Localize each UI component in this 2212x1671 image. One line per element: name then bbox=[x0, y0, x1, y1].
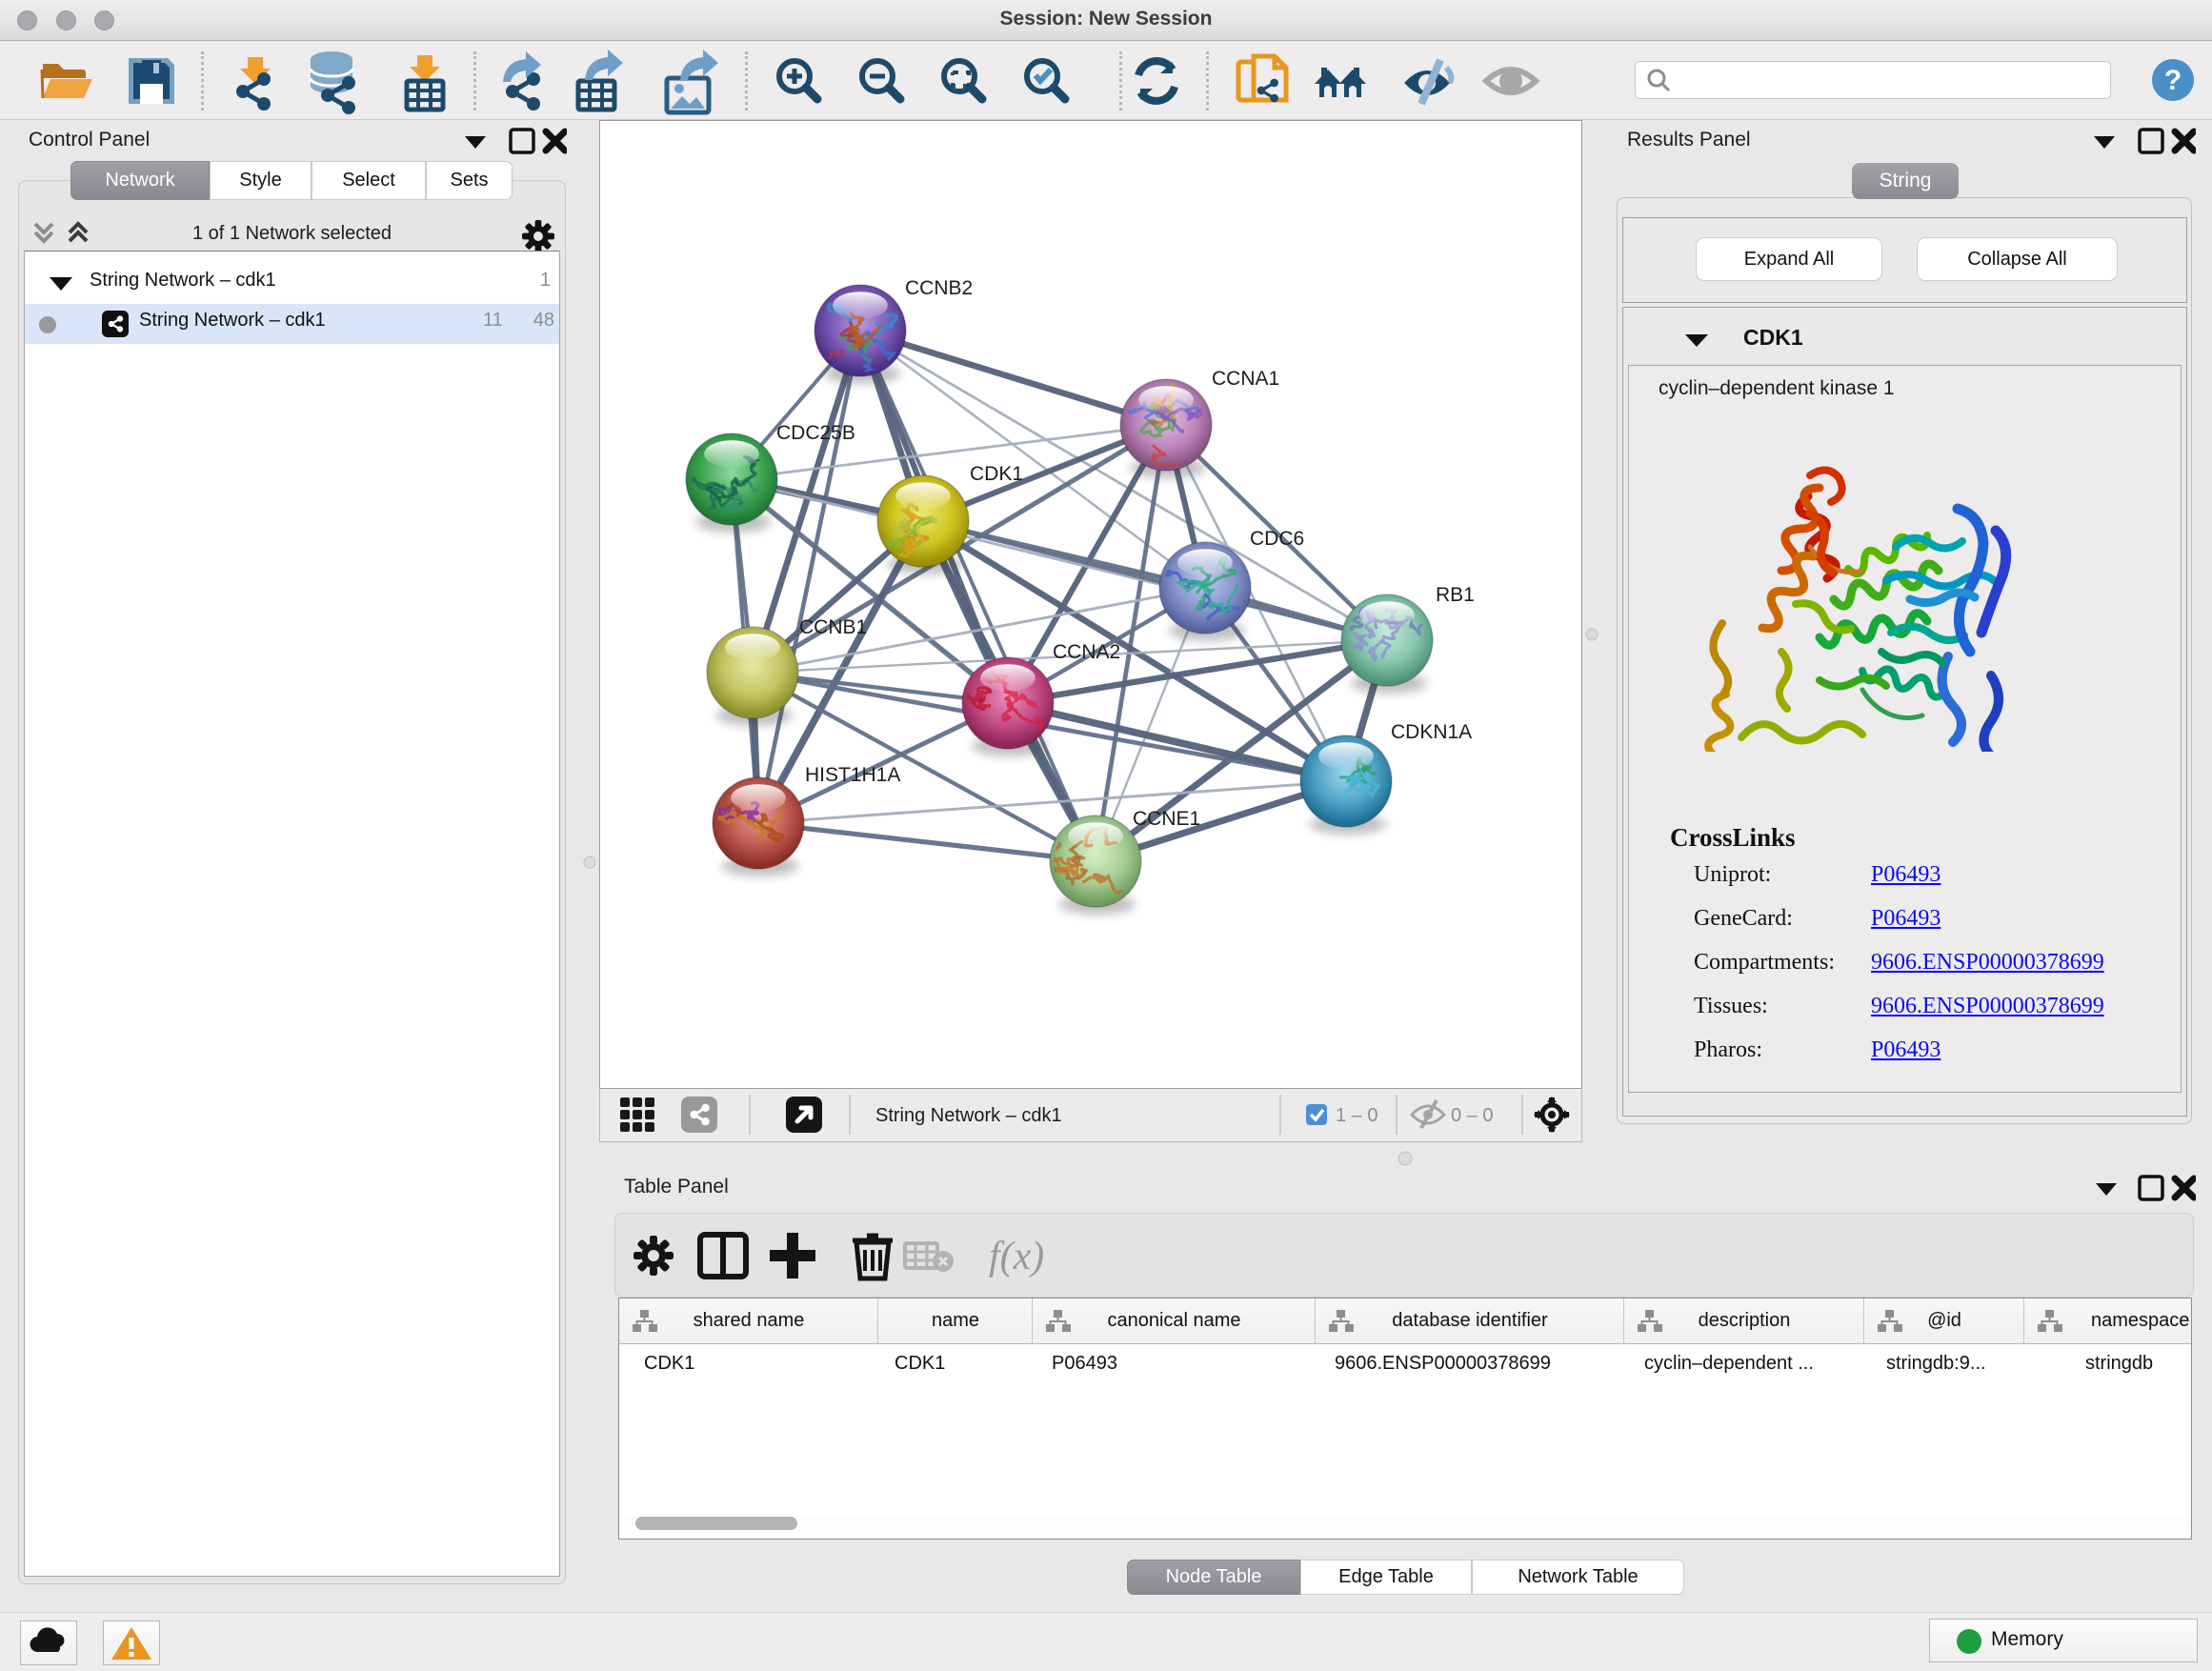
svg-text:f(x): f(x) bbox=[989, 1235, 1044, 1278]
